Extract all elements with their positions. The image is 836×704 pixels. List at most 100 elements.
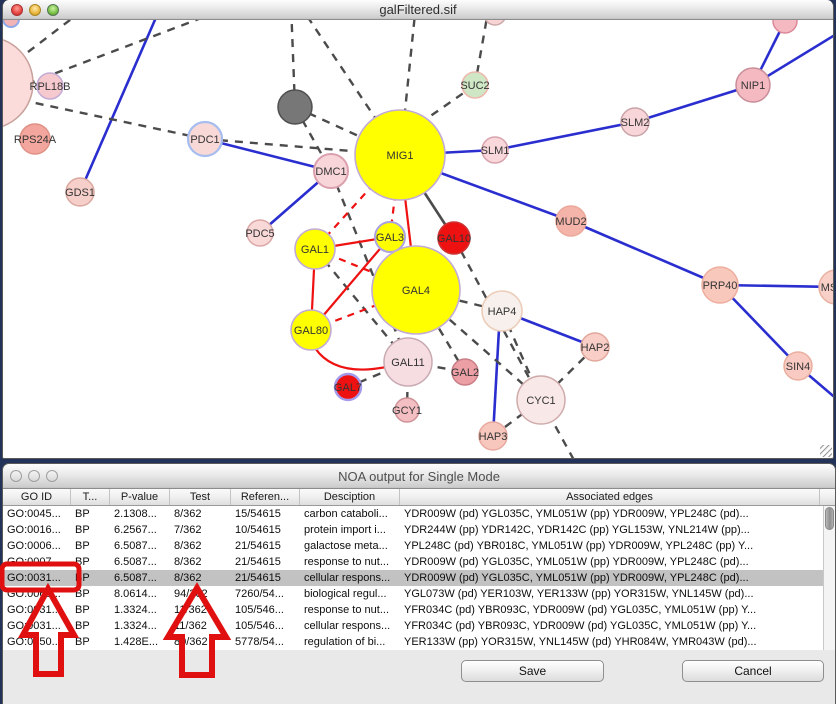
- table-cell: 7/362: [170, 522, 231, 538]
- node-label-GAL80: GAL80: [294, 325, 328, 337]
- node-label-MSN5: MSN5: [821, 282, 834, 294]
- table-cell: 6.5087...: [110, 538, 170, 554]
- node-label-SIN4: SIN4: [786, 361, 810, 373]
- table-cell: BP: [71, 618, 110, 634]
- table-cell: galactose meta...: [300, 538, 400, 554]
- node-label-CYC1: CYC1: [526, 395, 555, 407]
- table-cell: YGL073W (pd) YER103W, YER133W (pp) YOR31…: [400, 586, 820, 602]
- network-window-titlebar[interactable]: galFiltered.sif: [3, 0, 833, 20]
- table-row[interactable]: GO:0050...BP1.428E...80/3625778/54...reg…: [3, 634, 823, 650]
- table-cell: GO:0016...: [3, 522, 71, 538]
- table-cell: YDR244W (pp) YDR142C, YDR142C (pp) YGL15…: [400, 522, 820, 538]
- table-cell: BP: [71, 602, 110, 618]
- network-window-title: galFiltered.sif: [379, 2, 456, 17]
- table-row[interactable]: GO:0045...BP2.1308...8/36215/54615carbon…: [3, 506, 823, 522]
- table-cell: BP: [71, 634, 110, 650]
- vertical-scrollbar[interactable]: [823, 506, 835, 650]
- column-header-go-id[interactable]: GO ID: [3, 488, 71, 505]
- table-cell: 105/546...: [231, 618, 300, 634]
- close-button[interactable]: [10, 470, 22, 482]
- table-cell: GO:0006...: [3, 538, 71, 554]
- node-label-MIG1: MIG1: [387, 150, 414, 162]
- table-row[interactable]: GO:0007...BP6.5087...8/36221/54615respon…: [3, 554, 823, 570]
- table-cell: YDR009W (pd) YGL035C, YML051W (pp) YDR00…: [400, 570, 820, 586]
- zoom-button[interactable]: [46, 470, 58, 482]
- table-cell: GO:0065...: [3, 586, 71, 602]
- table-cell: 7260/54...: [231, 586, 300, 602]
- column-header-referen-[interactable]: Referen...: [231, 488, 300, 505]
- column-header-test[interactable]: Test: [170, 488, 231, 505]
- zoom-button[interactable]: [47, 4, 59, 16]
- node-gray-node[interactable]: [278, 90, 312, 124]
- table-cell: BP: [71, 538, 110, 554]
- table-cell: 105/546...: [231, 602, 300, 618]
- window-controls: [11, 4, 59, 16]
- table-cell: GO:0007...: [3, 554, 71, 570]
- table-row[interactable]: GO:0031...BP1.3324...11/362105/546...cel…: [3, 618, 823, 634]
- table-cell: 8/362: [170, 554, 231, 570]
- table-cell: 2.1308...: [110, 506, 170, 522]
- table-cell: BP: [71, 506, 110, 522]
- column-header-t-[interactable]: T...: [71, 488, 110, 505]
- network-canvas[interactable]: RPL18BRPS24AGDS1PDC1DMC1MIG1SUC2SLM1PDC5…: [3, 0, 834, 459]
- close-button[interactable]: [11, 4, 23, 16]
- noa-window-titlebar[interactable]: NOA output for Single Mode: [3, 464, 835, 489]
- column-header-desciption[interactable]: Desciption: [300, 488, 400, 505]
- table-row[interactable]: GO:0006...BP6.5087...8/36221/54615galact…: [3, 538, 823, 554]
- table-cell: response to nut...: [300, 602, 400, 618]
- table-cell: YFR034C (pd) YBR093C, YDR009W (pd) YGL03…: [400, 618, 820, 634]
- node-label-GAL10: GAL10: [437, 233, 471, 245]
- table-cell: response to nut...: [300, 554, 400, 570]
- table-cell: YER133W (pp) YOR315W, YNL145W (pd) YHR08…: [400, 634, 820, 650]
- window-controls-inactive: [10, 470, 58, 482]
- node-label-SLM1: SLM1: [481, 145, 510, 157]
- table-cell: GO:0031...: [3, 618, 71, 634]
- node-label-SLM2: SLM2: [621, 117, 650, 129]
- column-header-p-value[interactable]: P-value: [110, 488, 170, 505]
- table-row[interactable]: GO:0016...BP6.2567...7/36210/54615protei…: [3, 522, 823, 538]
- table-cell: GO:0050...: [3, 634, 71, 650]
- table-cell: 15/54615: [231, 506, 300, 522]
- resize-grip[interactable]: [820, 445, 832, 457]
- network-edge-red: [315, 348, 386, 370]
- table-cell: 6.2567...: [110, 522, 170, 538]
- node-label-GAL4: GAL4: [402, 285, 430, 297]
- node-label-GAL7: GAL7: [334, 382, 362, 394]
- node-label-GAL1: GAL1: [301, 244, 329, 256]
- table-row[interactable]: GO:0031...BP6.5087...8/36221/54615cellul…: [3, 570, 823, 586]
- table-cell: 6.5087...: [110, 554, 170, 570]
- node-label-PDC1: PDC1: [190, 134, 219, 146]
- table-cell: YDR009W (pd) YGL035C, YML051W (pp) YDR00…: [400, 554, 820, 570]
- table-cell: 94/362: [170, 586, 231, 602]
- node-label-DMC1: DMC1: [315, 166, 346, 178]
- table-cell: GO:0031...: [3, 570, 71, 586]
- minimize-button[interactable]: [28, 470, 40, 482]
- scrollbar-thumb[interactable]: [825, 507, 834, 530]
- minimize-button[interactable]: [29, 4, 41, 16]
- table-body: GO:0045...BP2.1308...8/36215/54615carbon…: [3, 506, 823, 650]
- table-cell: 8/362: [170, 538, 231, 554]
- node-label-RPS24A: RPS24A: [14, 134, 57, 146]
- table-header-row: GO IDT...P-valueTestReferen...Desciption…: [3, 488, 835, 506]
- node-label-PRP40: PRP40: [703, 280, 738, 292]
- table-cell: 8.0614...: [110, 586, 170, 602]
- table-cell: BP: [71, 554, 110, 570]
- table-cell: regulation of bi...: [300, 634, 400, 650]
- table-cell: 21/54615: [231, 554, 300, 570]
- table-cell: 1.3324...: [110, 618, 170, 634]
- table-row[interactable]: GO:0065...BP8.0614...94/3627260/54...bio…: [3, 586, 823, 602]
- table-cell: GO:0031...: [3, 602, 71, 618]
- node-label-RPL18B: RPL18B: [30, 81, 71, 93]
- save-button[interactable]: Save: [461, 660, 604, 682]
- table-row[interactable]: GO:0031...BP1.3324...11/362105/546...res…: [3, 602, 823, 618]
- node-label-PDC5: PDC5: [245, 228, 274, 240]
- node-label-NIP1: NIP1: [741, 80, 765, 92]
- node-label-GAL11: GAL11: [391, 357, 424, 369]
- noa-window-title: NOA output for Single Mode: [338, 469, 500, 484]
- table-cell: BP: [71, 586, 110, 602]
- column-header-associated-edges[interactable]: Associated edges: [400, 488, 820, 505]
- table-cell: biological regul...: [300, 586, 400, 602]
- table-cell: 5778/54...: [231, 634, 300, 650]
- cancel-button[interactable]: Cancel: [682, 660, 824, 682]
- network-edge-blue: [635, 85, 753, 122]
